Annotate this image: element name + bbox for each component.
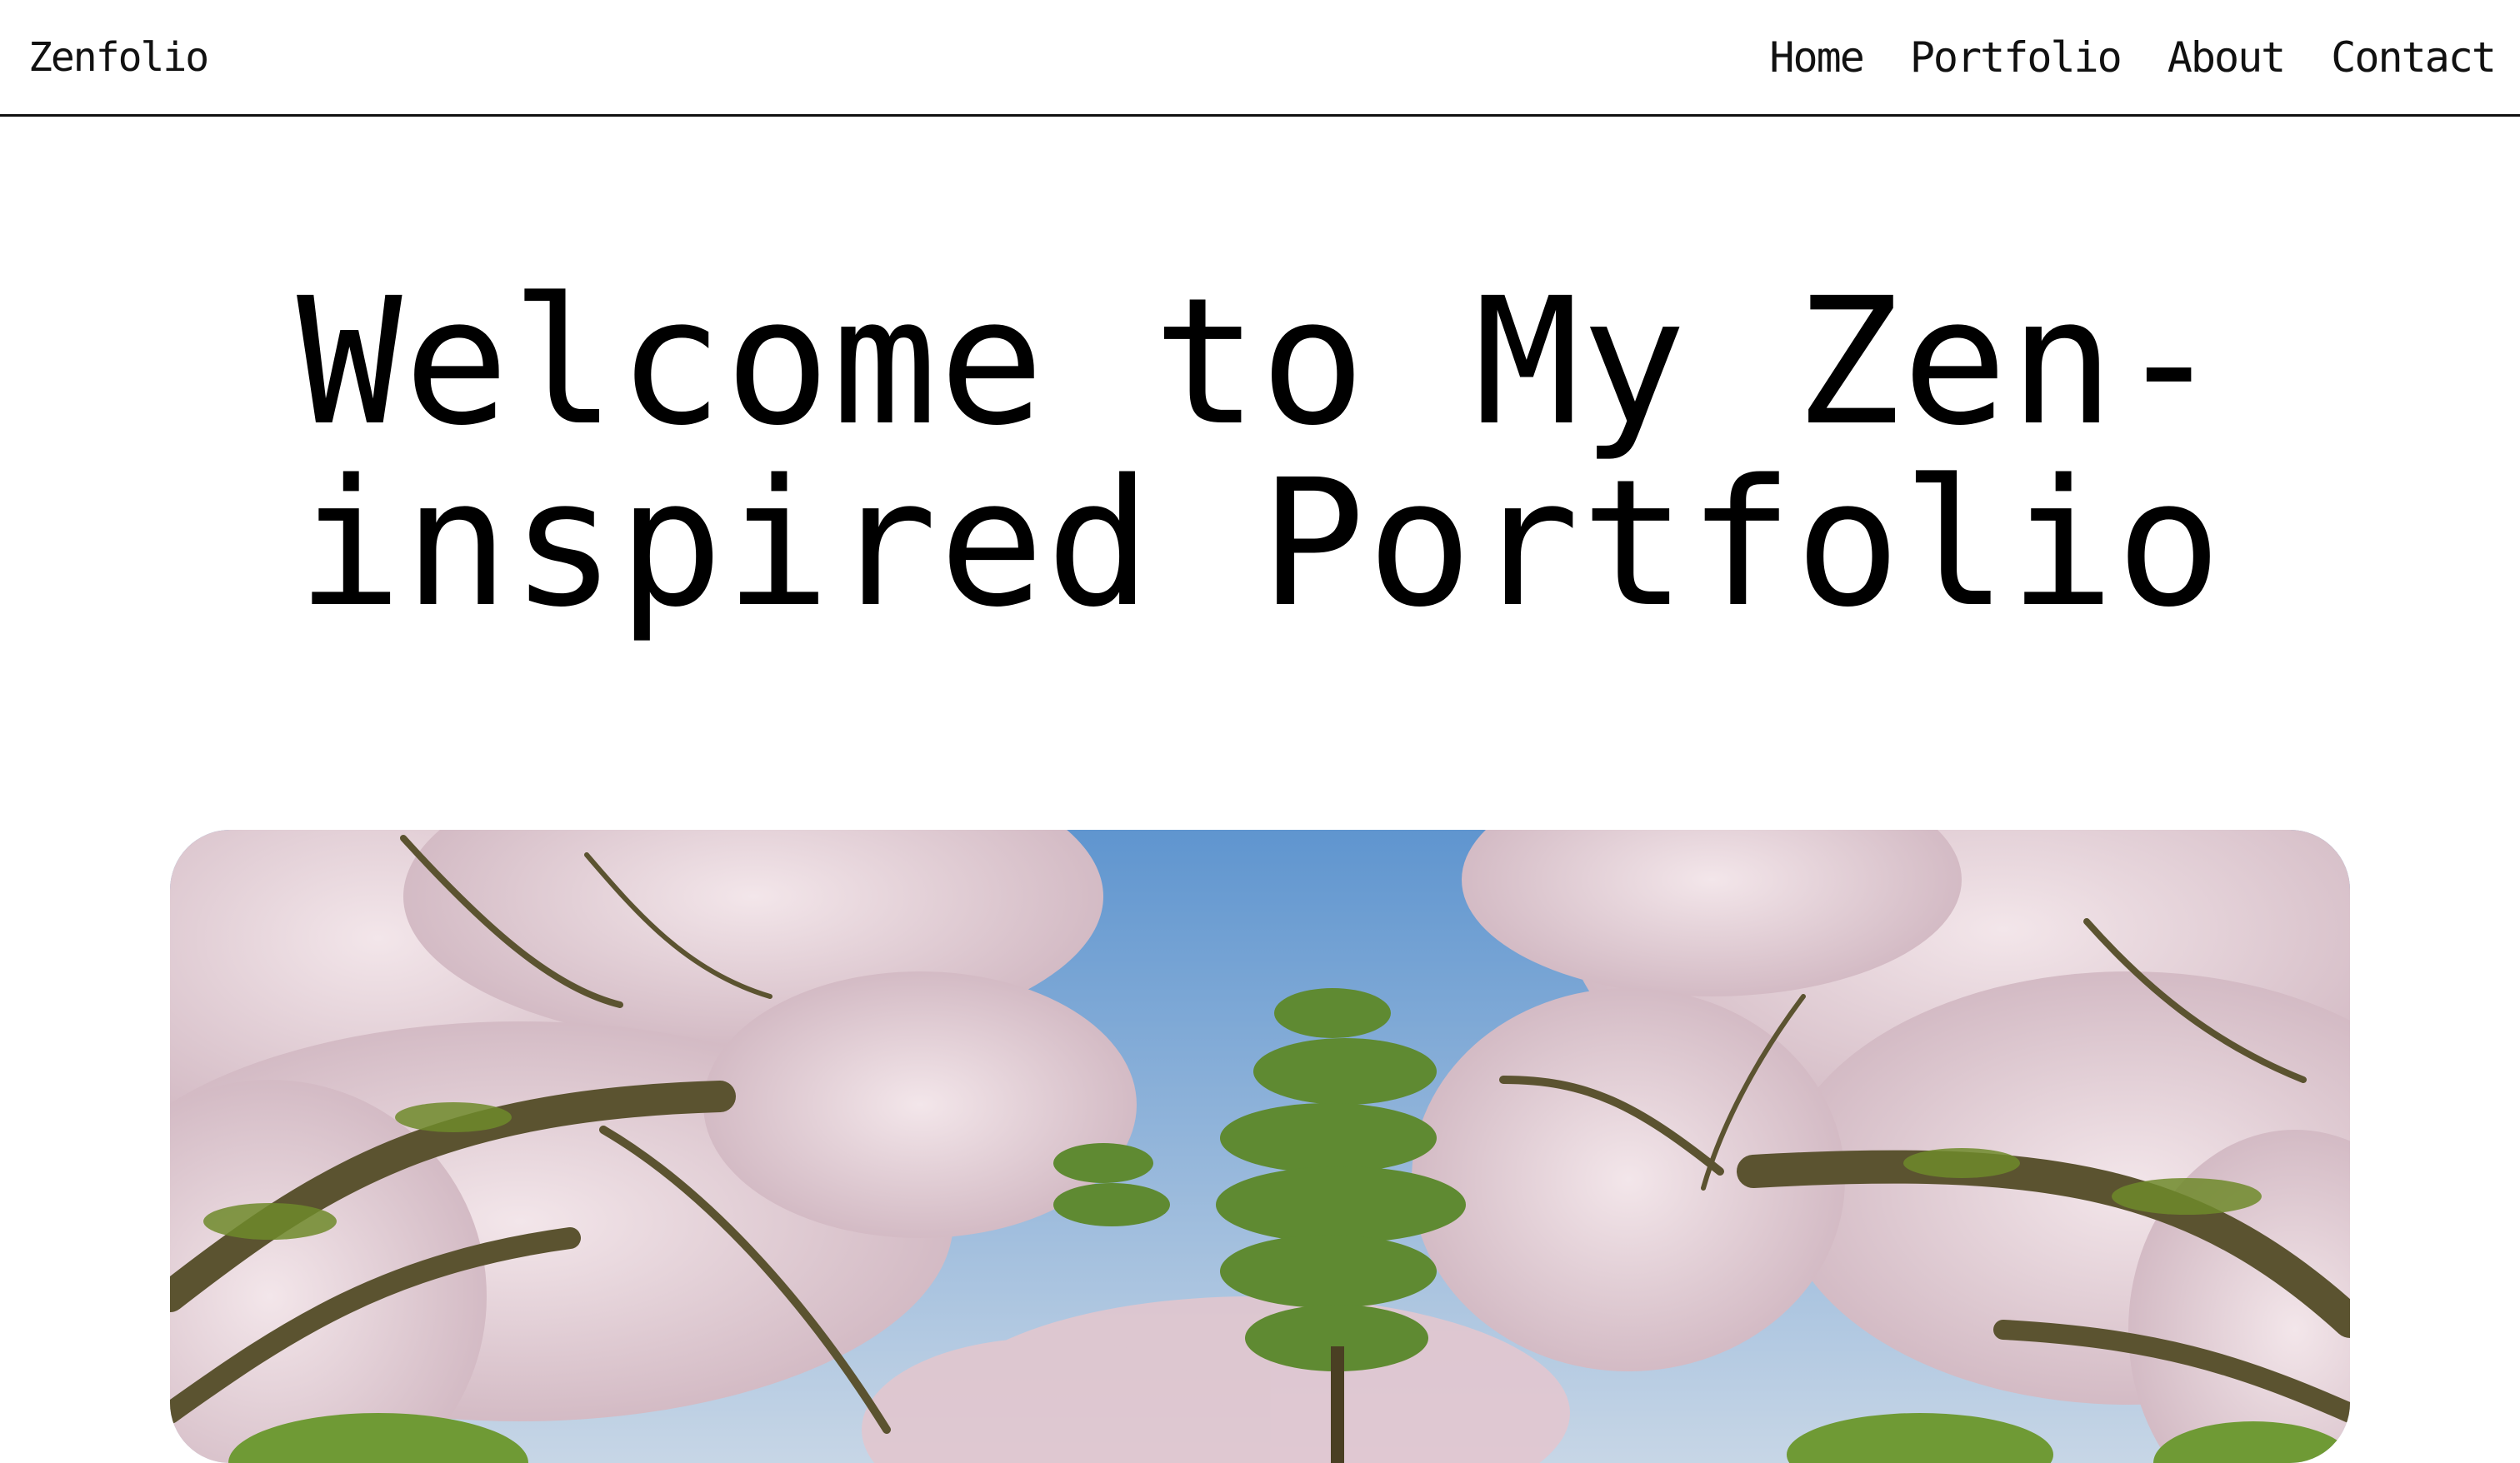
hero-section: Welcome to My Zen-inspired Portfolio (0, 272, 2520, 635)
nav-contact[interactable]: Contact (2331, 33, 2497, 82)
nav-links: Home Portfolio About Contact (1769, 33, 2497, 82)
nav-about[interactable]: About (2168, 33, 2287, 82)
cherry-blossom-illustration (170, 830, 2350, 1463)
hero-image-cherry-blossom (170, 830, 2350, 1463)
nav-home[interactable]: Home (1769, 33, 1864, 82)
brand-logo[interactable]: Zenfolio (28, 34, 209, 81)
navbar: Zenfolio Home Portfolio About Contact (0, 0, 2520, 117)
nav-portfolio[interactable]: Portfolio (1910, 33, 2122, 82)
hero-title: Welcome to My Zen-inspired Portfolio (297, 260, 2223, 646)
